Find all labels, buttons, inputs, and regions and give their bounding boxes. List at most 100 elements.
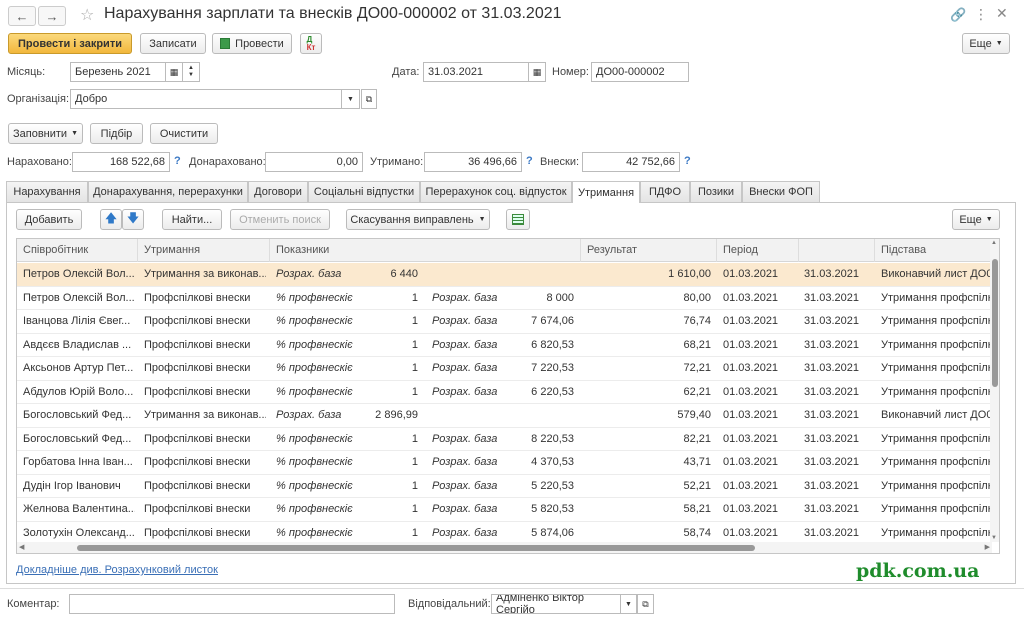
table-row[interactable]: Богословський Фед... Утримання за виконав…	[17, 404, 992, 428]
move-down-button[interactable]: 🡇	[122, 209, 144, 230]
organization-open-button[interactable]: ⧉	[361, 89, 377, 109]
cell-basis: Утримання профспілкс	[881, 338, 992, 351]
cell-v2: 6 220,53	[531, 385, 574, 398]
column-indicators[interactable]: Показники	[270, 239, 581, 262]
table-row[interactable]: Богословський Фед... Профспілкові внески%…	[17, 428, 992, 451]
cell-v2: 5 220,53	[531, 479, 574, 492]
tab-pit[interactable]: ПДФО	[640, 181, 690, 202]
cell-emp: Богословський Фед...	[23, 432, 132, 445]
month-spin-button[interactable]: ▲ ▼	[182, 62, 200, 82]
cell-v1: 1	[411, 479, 418, 492]
cancel-corrections-label: Скасування виправлень	[350, 213, 474, 226]
tab-social-leave-recalc[interactable]: Перерахунок соц. відпусток	[420, 181, 572, 202]
tab-loans[interactable]: Позики	[690, 181, 742, 202]
more-button[interactable]: Еще ▼	[962, 33, 1010, 54]
cell-basis: Утримання профспілкс	[881, 315, 992, 327]
table-icon	[512, 214, 524, 225]
fill-button[interactable]: Заповнити ▼	[8, 123, 83, 144]
close-icon[interactable]: ✕	[996, 5, 1008, 22]
organization-dropdown-button[interactable]: ▼	[341, 89, 360, 109]
dt-kt-report-button[interactable]: Д Кт	[300, 33, 322, 54]
organization-label: Організація:	[7, 93, 69, 105]
cancel-search-button[interactable]: Отменить поиск	[230, 209, 330, 230]
scroll-up-icon[interactable]: ▲	[991, 240, 997, 246]
responsible-open-button[interactable]: ⧉	[637, 594, 654, 614]
table-row[interactable]: Петров Олексій Вол... Профспілкові внески…	[17, 287, 992, 310]
tab-accruals[interactable]: Нарахування	[6, 181, 88, 202]
cell-emp: Авдєєв Владислав ...	[23, 338, 132, 351]
table-row[interactable]: Петров Олексій Вол... Утримання за викона…	[17, 263, 992, 287]
more-vertical-icon[interactable]: ⋮	[974, 6, 988, 23]
cell-emp: Абдулов Юрій Воло...	[23, 385, 134, 398]
date-field[interactable]: 31.03.2021	[423, 62, 529, 82]
cell-v2: 7 220,53	[531, 362, 574, 374]
responsible-field[interactable]: Адміненко Віктор Сергійо	[491, 594, 621, 614]
table-row[interactable]: Дудін Ігор Іванович Профспілкові внески % …	[17, 475, 992, 498]
table-row[interactable]: Абдулов Юрій Воло... Профспілкові внески%…	[17, 381, 992, 404]
withheld-help-icon[interactable]: ?	[526, 155, 533, 167]
scroll-right-icon[interactable]: ▶	[985, 543, 990, 551]
vertical-scroll-thumb[interactable]	[992, 259, 998, 387]
column-deduction[interactable]: Утримання	[138, 239, 270, 262]
tab-contracts[interactable]: Договори	[248, 181, 308, 202]
responsible-dropdown-button[interactable]: ▼	[620, 594, 637, 614]
month-calendar-button[interactable]: ▦	[165, 62, 183, 82]
cell-res: 62,21	[683, 385, 711, 398]
horizontal-scrollbar[interactable]: ◀ ▶	[17, 542, 992, 553]
post-button[interactable]: Провести	[212, 33, 292, 54]
organization-field[interactable]: Добро	[70, 89, 360, 109]
deductions-table[interactable]: Співробітник Утримання Показники Результ…	[16, 238, 1000, 554]
number-field[interactable]: ДО00-000002	[591, 62, 689, 82]
dt-kt-icon: Д Кт	[306, 34, 316, 52]
cancel-corrections-button[interactable]: Скасування виправлень ▼	[346, 209, 490, 230]
cell-ded: Профспілкові внески	[144, 432, 251, 445]
table-row[interactable]: Авдєєв Владислав ... Профспілкові внески%…	[17, 334, 992, 357]
cell-v1: 1	[411, 338, 418, 351]
table-row[interactable]: Іванцова Лілія Євег... Профспілкові внеск…	[17, 310, 992, 334]
tab-fop-contributions[interactable]: Внески ФОП	[742, 181, 820, 202]
save-button[interactable]: Записати	[140, 33, 206, 54]
column-period[interactable]: Період	[717, 239, 799, 262]
link-icon[interactable]: 🔗	[950, 7, 966, 23]
clear-button[interactable]: Очистити	[150, 123, 218, 144]
horizontal-scroll-thumb[interactable]	[77, 545, 755, 551]
back-button[interactable]: ←	[8, 6, 36, 26]
column-result[interactable]: Результат	[581, 239, 717, 262]
cell-p1: % профвнескіє	[276, 385, 353, 398]
payslip-link[interactable]: Докладніше див. Розрахунковий листок	[16, 564, 218, 576]
scroll-left-icon[interactable]: ◀	[19, 543, 24, 551]
cell-p1: % профвнескіє	[276, 503, 353, 515]
month-label: Місяць:	[7, 66, 46, 78]
column-period-end[interactable]	[799, 239, 875, 262]
cell-to: 31.03.2021	[803, 432, 859, 445]
select-button[interactable]: Підбір	[90, 123, 143, 144]
scroll-down-icon[interactable]: ▼	[991, 535, 997, 541]
month-field[interactable]: Березень 2021	[70, 62, 166, 82]
contributions-help-icon[interactable]: ?	[684, 155, 691, 167]
table-row[interactable]: Горбатова Інна Іван... Профспілкові внеск…	[17, 451, 992, 475]
cell-p2: Розрах. база	[432, 362, 498, 374]
tab-extra-accruals[interactable]: Донарахування, перерахунки	[88, 181, 248, 202]
tab-deductions[interactable]: Утримання	[572, 181, 640, 203]
vertical-scrollbar[interactable]: ▲ ▼	[990, 239, 999, 542]
table-row[interactable]: Желнова Валентина... Профспілкові внески%…	[17, 498, 992, 522]
cell-from: 01.03.2021	[723, 385, 779, 398]
accrued-field: 168 522,68	[72, 152, 170, 172]
move-up-button[interactable]: 🡅	[100, 209, 122, 230]
column-employee[interactable]: Співробітник	[17, 239, 138, 262]
cell-to: 31.03.2021	[803, 385, 859, 398]
favorite-star-icon[interactable]: ☆	[80, 5, 94, 25]
add-row-button[interactable]: Добавить	[16, 209, 82, 230]
tab-social-leave[interactable]: Соціальні відпустки	[308, 181, 420, 202]
cell-res: 579,40	[677, 409, 711, 421]
find-button[interactable]: Найти...	[162, 209, 222, 230]
forward-button[interactable]: →	[38, 6, 66, 26]
date-calendar-button[interactable]: ▦	[528, 62, 546, 82]
column-basis[interactable]: Підстава	[875, 239, 999, 262]
table-row[interactable]: Аксьонов Артур Пет... Профспілкові внески…	[17, 357, 992, 381]
grid-more-button[interactable]: Еще ▼	[952, 209, 1000, 230]
post-and-close-button[interactable]: Провести і закрити	[8, 33, 132, 54]
comment-input[interactable]	[69, 594, 395, 614]
accrued-help-icon[interactable]: ?	[174, 155, 181, 167]
table-settings-button[interactable]	[506, 209, 530, 230]
